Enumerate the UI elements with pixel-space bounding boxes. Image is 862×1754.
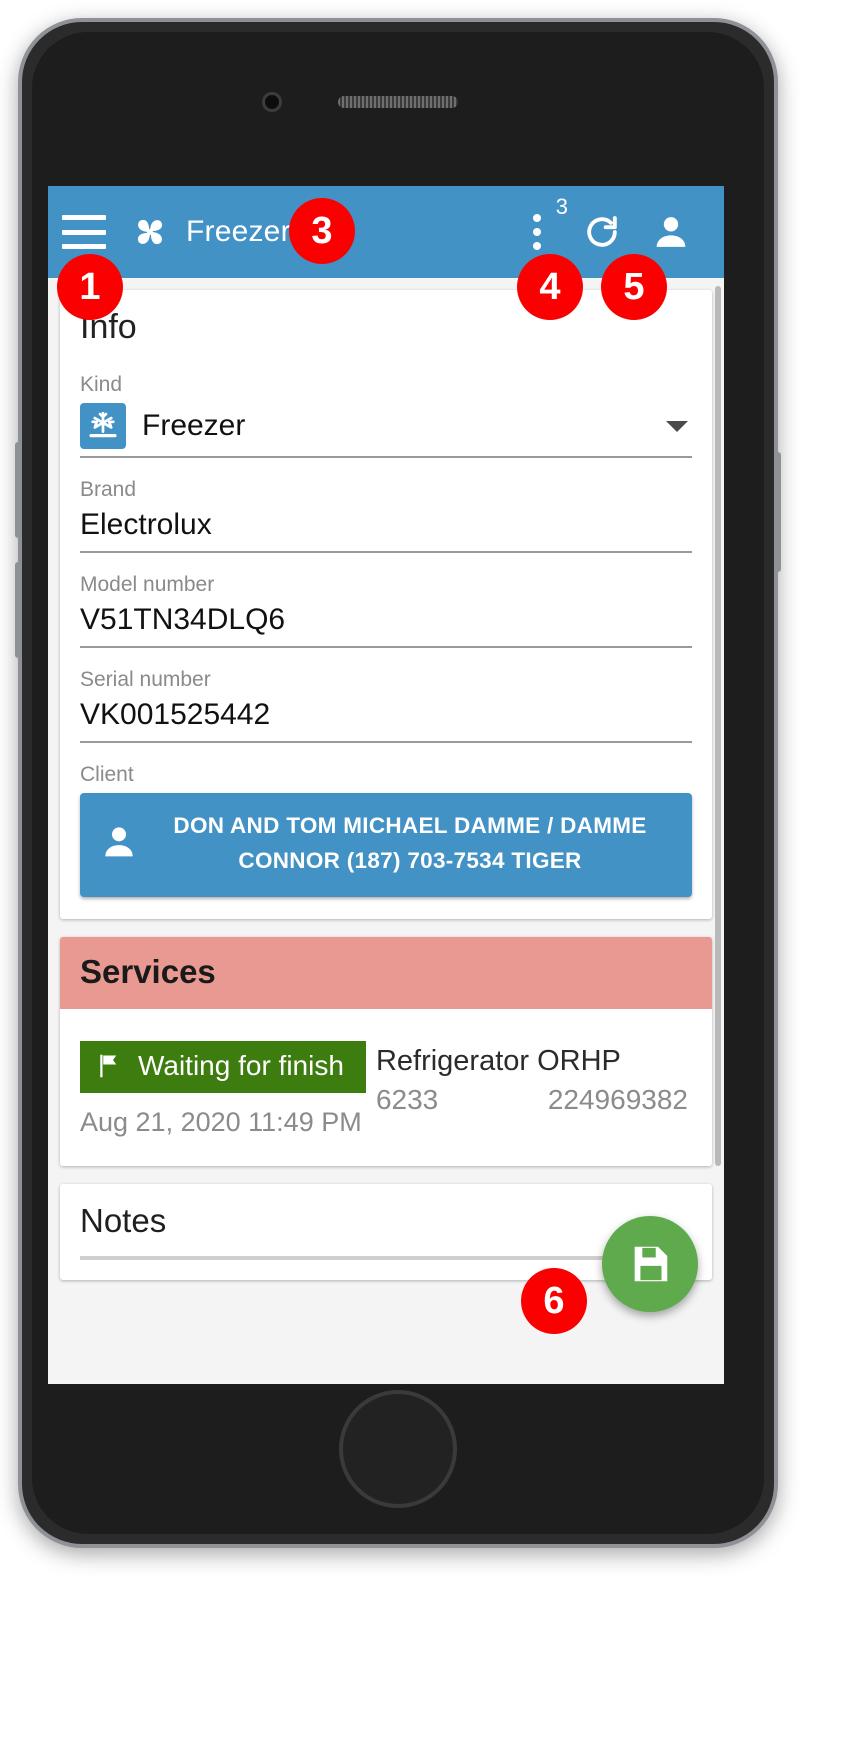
service-number-right: 224969382 [547,1083,688,1115]
brand-input[interactable]: Electrolux [80,508,692,553]
service-name: Refrigerator ORHP [375,1044,621,1077]
annotation-marker-4: 4 [517,254,583,320]
kind-field: Kind Freezer [80,373,692,458]
phone-screen: Freezer 3 Info Kind Freezer Brand Electr… [48,186,724,1384]
pinwheel-logo-icon [128,210,172,254]
front-camera [262,92,282,112]
model-number-label: Model number [80,573,215,596]
account-person-icon[interactable] [650,211,692,253]
earpiece-speaker [338,96,458,108]
notes-title: Notes [80,1201,167,1239]
serial-number-label: Serial number [80,668,211,691]
annotation-marker-5: 5 [601,254,667,320]
client-button[interactable]: DON AND TOM MICHAEL DAMME / DAMME CONNOR… [80,793,692,897]
brand-field: Brand Electrolux [80,478,692,553]
service-list-item[interactable]: Waiting for finish Aug 21, 2020 11:49 PM… [80,1040,692,1138]
chevron-down-icon[interactable] [666,420,688,432]
kind-label: Kind [80,373,123,396]
service-number-left: 6233 [375,1083,439,1115]
services-list: Waiting for finish Aug 21, 2020 11:49 PM… [60,1008,712,1166]
app-bar-title: Freezer [186,215,291,248]
annotation-marker-6: 6 [521,1268,587,1334]
serial-number-field: Serial number VK001525442 [80,668,692,743]
save-floppy-icon [634,1246,668,1282]
client-name-line1: DON AND TOM MICHAEL DAMME / DAMME [173,813,647,838]
services-card: Services Waiting for finish Aug 21, 2020… [60,936,712,1166]
client-name-line2: CONNOR (187) 703-7534 TIGER [238,847,582,873]
power-button[interactable] [774,452,781,572]
model-number-input[interactable]: V51TN34DLQ6 [80,603,692,648]
client-label: Client [80,763,134,786]
refresh-icon[interactable] [580,210,624,254]
screenshot-stage: Freezer 3 Info Kind Freezer Brand Electr… [0,0,862,1754]
service-date: Aug 21, 2020 11:49 PM [80,1106,362,1137]
client-field: Client DON AND TOM MICHAEL DAMME / DAMME… [80,763,692,897]
flag-icon [100,1054,117,1077]
brand-label: Brand [80,478,137,501]
status-badge-label: Waiting for finish [138,1049,344,1081]
info-card: Info Kind Freezer Brand Electrolux Model… [60,290,712,919]
info-card-title: Info [80,308,137,346]
serial-number-input[interactable]: VK001525442 [80,698,692,743]
volume-up-button[interactable] [15,442,22,538]
annotation-marker-3: 3 [289,198,355,264]
volume-down-button[interactable] [15,562,22,658]
overflow-menu-icon[interactable]: 3 [520,196,568,256]
freezer-snowflake-icon [80,403,126,449]
model-number-field: Model number V51TN34DLQ6 [80,573,692,648]
overflow-badge-count: 3 [555,194,568,219]
annotation-marker-1: 1 [57,254,123,320]
vertical-scrollbar[interactable] [715,286,721,1166]
services-header: Services [60,936,712,1009]
status-badge: Waiting for finish [80,1040,366,1093]
person-icon [98,822,140,865]
kind-select[interactable]: Freezer [80,403,692,458]
scroll-content: Info Kind Freezer Brand Electrolux Model… [48,278,724,1384]
kind-value: Freezer [142,409,246,442]
save-fab-button[interactable] [602,1216,698,1312]
notes-divider [80,1255,692,1260]
hamburger-menu-icon[interactable] [62,215,106,249]
home-button[interactable] [339,1390,457,1508]
